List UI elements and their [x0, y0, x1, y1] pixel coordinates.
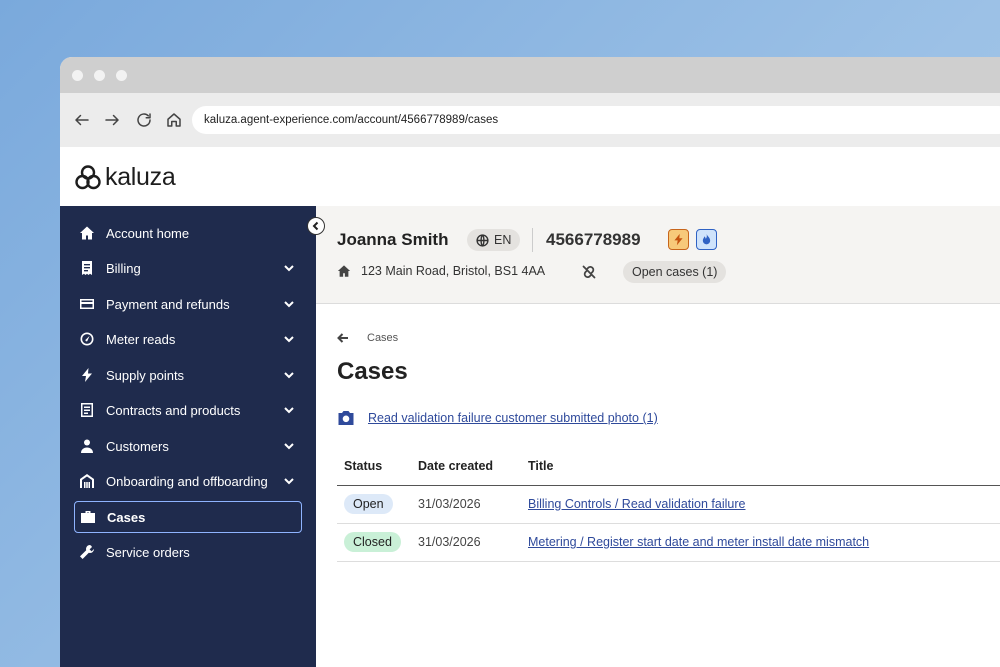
- collapse-sidebar-button[interactable]: [307, 217, 325, 235]
- sidebar-item-label: Meter reads: [106, 331, 176, 347]
- sidebar-item-onboarding-and-offboarding[interactable]: Onboarding and offboarding: [74, 465, 302, 497]
- table-row: Open 31/03/2026 Billing Controls / Read …: [337, 485, 1000, 524]
- wrench-icon: [78, 543, 96, 561]
- sidebar-item-billing[interactable]: Billing: [74, 252, 302, 284]
- credit-card-icon: [78, 295, 96, 313]
- building-icon: [78, 472, 96, 490]
- sidebar-item-label: Contracts and products: [106, 402, 241, 418]
- sidebar: Account home Billing Payment and refunds…: [60, 206, 316, 667]
- kaluza-logo-icon: [75, 164, 101, 189]
- sidebar-item-meter-reads[interactable]: Meter reads: [74, 323, 302, 355]
- customer-address: 123 Main Road, Bristol, BS1 4AA: [337, 264, 545, 278]
- sidebar-item-supply-points[interactable]: Supply points: [74, 359, 302, 391]
- cases-table: Status Date created Title Open 31/03/202…: [337, 448, 1000, 562]
- sidebar-item-label: Billing: [106, 260, 141, 276]
- window-dot-minimize[interactable]: [94, 70, 105, 81]
- chevron-down-icon: [282, 332, 296, 346]
- chevron-down-icon: [282, 261, 296, 275]
- lightning-icon: [78, 366, 96, 384]
- photo-link[interactable]: Read validation failure customer submitt…: [337, 409, 658, 427]
- divider: [532, 228, 533, 252]
- globe-icon: [476, 233, 489, 247]
- gas-icon: [696, 229, 717, 250]
- logo-text: kaluza: [105, 163, 176, 191]
- person-icon: [78, 437, 96, 455]
- sidebar-item-label: Payment and refunds: [106, 296, 230, 312]
- chevron-down-icon: [282, 474, 296, 488]
- window-dot-maximize[interactable]: [116, 70, 127, 81]
- title-bar: [60, 57, 1000, 93]
- unlink-icon[interactable]: [581, 264, 597, 280]
- browser-window: kaluza.agent-experience.com/account/4566…: [60, 57, 1000, 667]
- forward-arrow-icon[interactable]: [100, 108, 124, 132]
- back-arrow-icon: [337, 333, 348, 343]
- home-icon[interactable]: [162, 108, 186, 132]
- app-header: kaluza: [60, 147, 1000, 206]
- status-badge: Open: [344, 494, 393, 514]
- sidebar-item-payment-and-refunds[interactable]: Payment and refunds: [74, 288, 302, 320]
- home-icon: [78, 224, 96, 242]
- table-row: Closed 31/03/2026 Metering / Register st…: [337, 523, 1000, 562]
- sidebar-item-label: Cases: [107, 509, 146, 525]
- browser-toolbar: kaluza.agent-experience.com/account/4566…: [60, 93, 1000, 147]
- account-number: 4566778989: [546, 230, 641, 249]
- date-cell: 31/03/2026: [411, 523, 521, 562]
- sidebar-item-label: Customers: [106, 438, 169, 454]
- kaluza-logo[interactable]: kaluza: [74, 163, 176, 192]
- page-title: Cases: [337, 358, 408, 385]
- reload-icon[interactable]: [132, 108, 156, 132]
- address-text: 123 Main Road, Bristol, BS1 4AA: [361, 264, 546, 278]
- column-header-date-created[interactable]: Date created: [411, 448, 521, 486]
- photo-link-text[interactable]: Read validation failure customer submitt…: [368, 411, 658, 425]
- chevron-down-icon: [282, 403, 296, 417]
- briefcase-icon: [79, 508, 97, 526]
- column-header-title[interactable]: Title: [521, 448, 1000, 486]
- sidebar-item-label: Service orders: [106, 544, 190, 560]
- sidebar-item-label: Account home: [106, 225, 190, 241]
- sidebar-item-label: Onboarding and offboarding: [106, 473, 268, 489]
- gauge-icon: [78, 330, 96, 348]
- chevron-down-icon: [282, 439, 296, 453]
- sidebar-item-cases[interactable]: Cases: [74, 501, 302, 533]
- case-title-link[interactable]: Billing Controls / Read validation failu…: [528, 497, 745, 511]
- column-header-status[interactable]: Status: [337, 448, 411, 486]
- electricity-icon: [668, 229, 689, 250]
- sidebar-item-account-home[interactable]: Account home: [74, 217, 302, 249]
- camera-icon: [338, 411, 354, 425]
- sidebar-item-customers[interactable]: Customers: [74, 430, 302, 462]
- window-dot-close[interactable]: [72, 70, 83, 81]
- main-content: Cases Cases Read validation failure cust…: [316, 305, 1000, 667]
- language-badge: EN: [467, 229, 521, 251]
- status-badge: Closed: [344, 532, 401, 552]
- document-icon: [78, 401, 96, 419]
- sidebar-item-service-orders[interactable]: Service orders: [74, 536, 302, 568]
- address-bar[interactable]: kaluza.agent-experience.com/account/4566…: [192, 106, 1000, 134]
- breadcrumb-label: Cases: [367, 332, 399, 344]
- language-label: EN: [494, 233, 512, 247]
- sidebar-item-contracts-and-products[interactable]: Contracts and products: [74, 394, 302, 426]
- receipt-icon: [78, 259, 96, 277]
- breadcrumb[interactable]: Cases: [337, 332, 398, 344]
- sidebar-item-label: Supply points: [106, 367, 185, 383]
- table-header-row: Status Date created Title: [337, 448, 1000, 486]
- chevron-down-icon: [282, 297, 296, 311]
- home-icon: [337, 265, 351, 277]
- chevron-down-icon: [282, 368, 296, 382]
- case-title-link[interactable]: Metering / Register start date and meter…: [528, 535, 869, 549]
- customer-summary-bar: Joanna Smith EN 4566778989 123 Main Road…: [316, 206, 1000, 304]
- date-cell: 31/03/2026: [411, 485, 521, 524]
- customer-name: Joanna Smith: [337, 230, 449, 249]
- back-arrow-icon[interactable]: [70, 108, 94, 132]
- open-cases-badge[interactable]: Open cases (1): [623, 261, 727, 283]
